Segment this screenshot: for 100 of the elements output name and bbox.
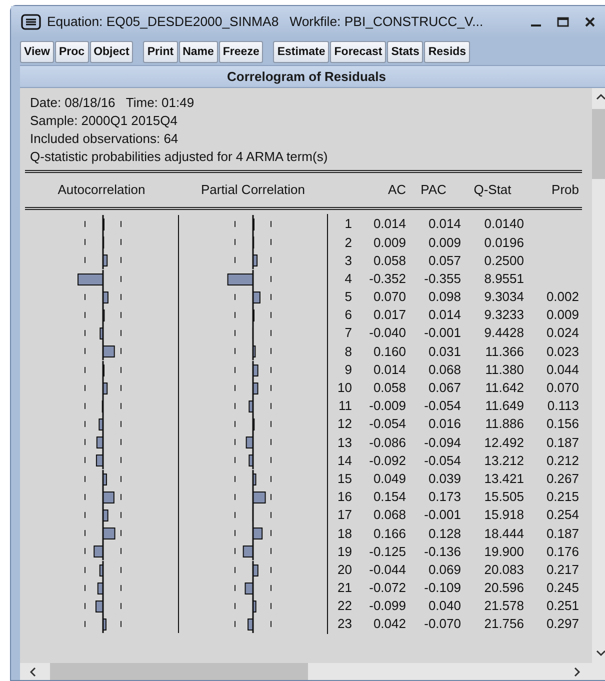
table-cell: -0.125 xyxy=(369,544,406,559)
correlation-bar xyxy=(252,382,258,394)
table-cell: 0.058 xyxy=(373,252,406,268)
view-title: Correlogram of Residuals xyxy=(20,65,605,88)
toolbar-button[interactable]: Name xyxy=(178,41,218,63)
maximize-icon[interactable] xyxy=(557,17,569,27)
scroll-down-icon[interactable] xyxy=(596,649,605,657)
correlation-bar xyxy=(102,309,105,322)
toolbar-button[interactable]: View xyxy=(20,41,54,63)
lag-number: 12 xyxy=(338,416,352,432)
scroll-left-icon[interactable] xyxy=(29,666,37,676)
table-cell: 0.044 xyxy=(546,362,579,377)
table-cell: 0.039 xyxy=(428,470,461,486)
correlation-bar xyxy=(102,254,108,267)
table-cell: 0.068 xyxy=(428,362,461,377)
toolbar-button[interactable]: Forecast xyxy=(330,41,386,63)
lag-number: 23 xyxy=(338,616,352,632)
table-cell: 0.173 xyxy=(428,489,461,504)
info-line: Date: 08/18/16 Time: 01:49 xyxy=(29,94,196,112)
table-cell: 0.267 xyxy=(546,470,579,486)
menu-icon[interactable] xyxy=(21,14,41,30)
table-cell: 15.918 xyxy=(484,507,524,522)
table-cell: 9.3233 xyxy=(484,307,524,322)
close-icon[interactable] xyxy=(585,17,595,27)
correlation-bar xyxy=(102,382,108,394)
table-cell: 0.176 xyxy=(546,544,579,559)
table-cell: 0.070 xyxy=(373,289,406,304)
lag-number: 5 xyxy=(344,289,352,304)
table-cell: 0.098 xyxy=(428,289,461,304)
table-cell: 0.166 xyxy=(373,526,406,541)
lag-number: 20 xyxy=(338,562,352,577)
table-cell: -0.054 xyxy=(424,452,461,468)
toolbar-button[interactable]: Stats xyxy=(387,41,424,63)
table-cell: 15.505 xyxy=(484,489,524,504)
table-cell: 0.058 xyxy=(373,380,406,396)
table-cell: 0.014 xyxy=(428,307,461,322)
toolbar-button[interactable]: Proc xyxy=(55,41,89,63)
correlation-bar xyxy=(102,510,108,522)
vertical-scrollbar[interactable] xyxy=(592,88,605,663)
table-cell: -0.009 xyxy=(369,398,406,414)
table-cell: 0.014 xyxy=(428,216,461,232)
lag-number: 16 xyxy=(338,489,352,504)
lag-number: 13 xyxy=(338,434,352,450)
column-header: PAC xyxy=(420,182,446,198)
toolbar-button[interactable]: Estimate xyxy=(273,41,330,63)
table-cell: 13.421 xyxy=(484,470,524,486)
table-cell: 11.886 xyxy=(485,416,524,432)
table-cell: 0.113 xyxy=(547,398,579,414)
table-cell: 21.756 xyxy=(484,616,524,632)
table-cell: 0.0196 xyxy=(484,234,524,250)
column-header: Partial Correlation xyxy=(200,182,306,198)
table-cell: -0.352 xyxy=(369,270,406,286)
table-cell: -0.136 xyxy=(424,544,461,559)
scroll-right-icon[interactable] xyxy=(573,666,581,676)
correlation-bar xyxy=(99,564,104,576)
table-cell: 18.444 xyxy=(484,526,524,541)
table-cell: 12.492 xyxy=(484,434,524,450)
table-cell: -0.099 xyxy=(369,598,406,614)
info-line: Q-statistic probabilities adjusted for 4 ARMA term(s) xyxy=(29,148,329,166)
toolbar-button[interactable]: Object xyxy=(90,41,134,63)
toolbar-button[interactable]: Resids xyxy=(424,41,470,63)
table-cell: 0.215 xyxy=(546,489,579,504)
lag-number: 21 xyxy=(338,580,352,596)
correlation-bar xyxy=(248,454,254,467)
table-cell: 0.009 xyxy=(428,234,461,250)
info-line: Included observations: 64 xyxy=(29,130,180,148)
lag-number: 6 xyxy=(344,307,352,322)
scroll-thumb[interactable] xyxy=(592,109,605,179)
window-title: Equation: EQ05_DESDE2000_SINMA8 Workfile: PBI_CONSTRUCC_V... xyxy=(47,13,484,32)
table-cell: -0.040 xyxy=(369,325,406,340)
correlation-bar xyxy=(252,473,256,486)
table-cell: 0.049 xyxy=(373,470,406,486)
table-cell: -0.054 xyxy=(369,416,406,432)
table-cell: 11.366 xyxy=(485,344,524,359)
table-cell: 8.9551 xyxy=(484,270,524,286)
correlation-bar xyxy=(98,418,104,431)
table-cell: 0.040 xyxy=(428,598,461,614)
table-cell: 0.023 xyxy=(546,344,579,359)
table-cell: 0.217 xyxy=(546,562,579,577)
table-cell: 0.014 xyxy=(373,216,406,232)
correlation-bar xyxy=(252,346,256,358)
scroll-thumb[interactable] xyxy=(50,663,308,680)
correlation-bar xyxy=(102,528,116,540)
table-cell: 0.009 xyxy=(546,307,579,322)
table-cell: 13.212 xyxy=(484,452,524,468)
lag-number: 11 xyxy=(338,398,352,414)
correlation-bar xyxy=(252,564,258,576)
table-cell: 0.0140 xyxy=(484,216,524,232)
scroll-up-icon[interactable] xyxy=(596,93,605,101)
lag-number: 18 xyxy=(338,526,352,541)
toolbar-button[interactable]: Print xyxy=(143,41,178,63)
table-cell: -0.092 xyxy=(369,452,406,468)
toolbar-button[interactable]: Freeze xyxy=(218,41,264,63)
table-cell: 20.083 xyxy=(484,562,524,577)
lag-number: 14 xyxy=(338,452,352,468)
table-cell: 0.067 xyxy=(428,380,461,396)
table-cell: -0.355 xyxy=(424,270,461,286)
correlation-bar xyxy=(248,618,254,631)
correlation-bar xyxy=(252,418,255,431)
horizontal-scrollbar[interactable] xyxy=(20,663,605,680)
